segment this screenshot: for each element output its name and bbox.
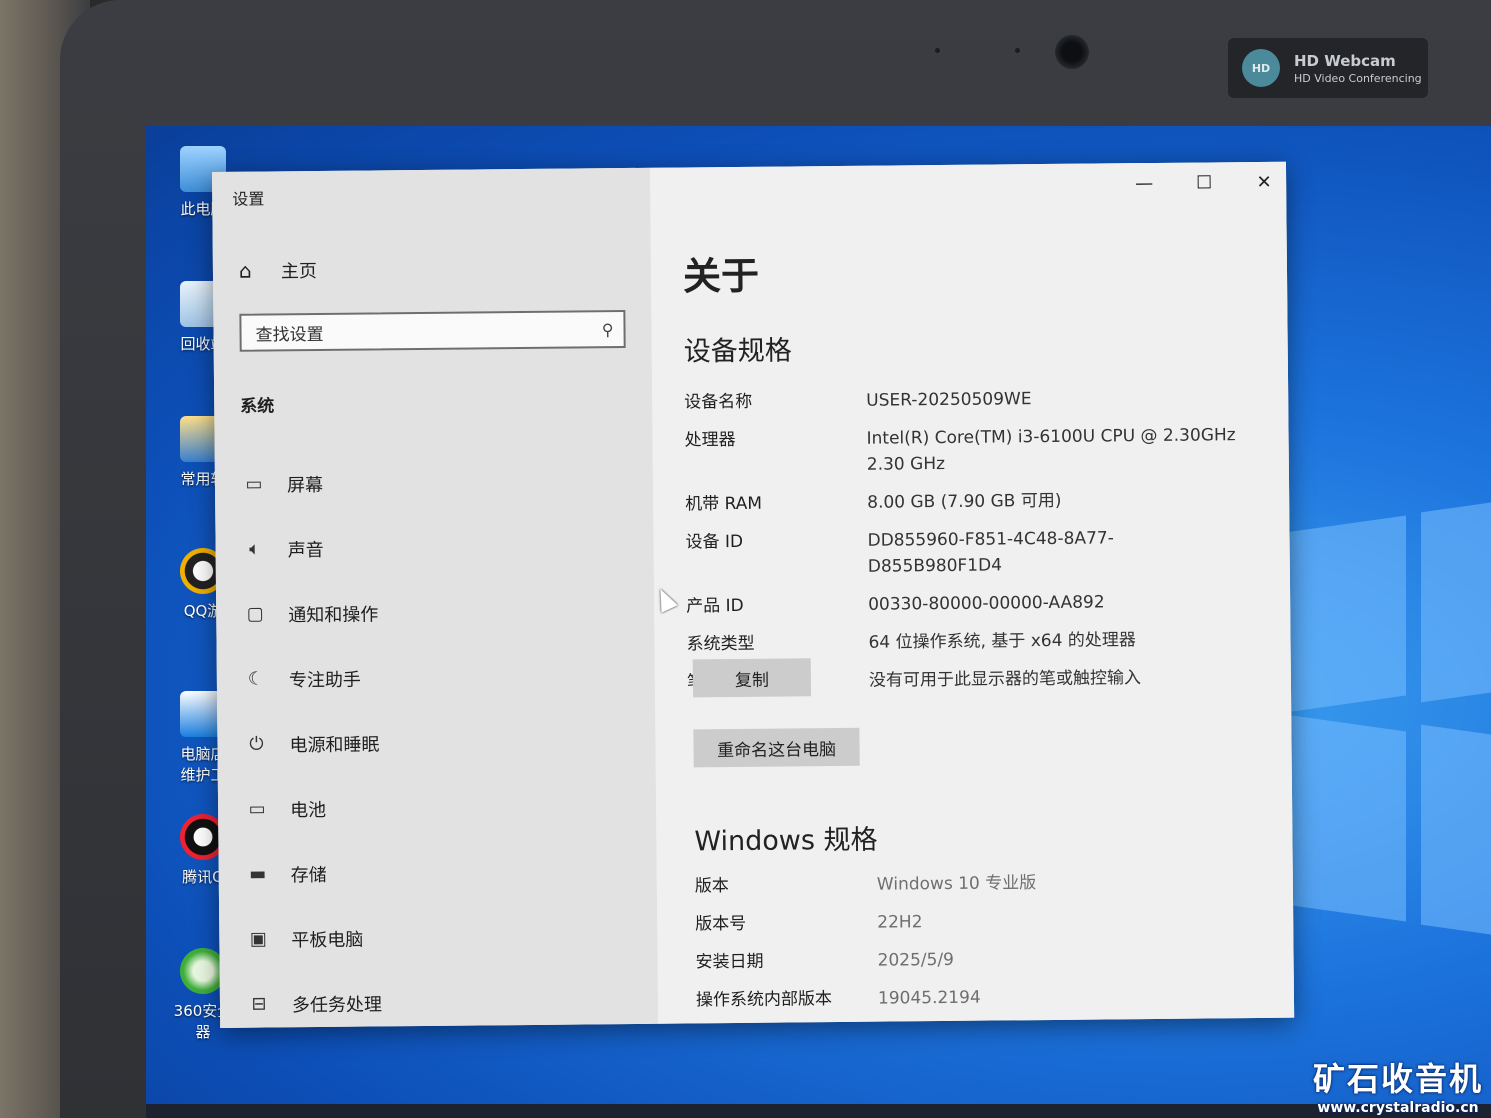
sidebar-home[interactable]: ⌂ 主页 xyxy=(239,257,317,284)
sidebar-item-label: 专注助手 xyxy=(288,669,361,691)
spec-value: Intel(R) Core(TM) i3-6100U CPU @ 2.30GHz… xyxy=(866,425,1236,475)
spec-key: 处理器 xyxy=(684,429,736,451)
windows-logo-pane xyxy=(1421,724,1491,938)
windows-specs-list: 版本 Windows 10 专业版 版本号 22H2 安装日期 2025/5/9… xyxy=(695,868,1256,1025)
bezel-dot xyxy=(1015,48,1020,53)
spec-value: 00330-80000-00000-AA892 xyxy=(868,592,1105,615)
spec-key: 系统类型 xyxy=(686,633,755,655)
spec-row-ram: 机带 RAM 8.00 GB (7.90 GB 可用) xyxy=(685,486,1245,517)
desktop-icon-label: 器 xyxy=(195,1023,211,1041)
tablet-icon: ▣ xyxy=(249,928,267,950)
maximize-button[interactable]: ☐ xyxy=(1184,172,1224,193)
spec-value: USER-20250509WE xyxy=(866,389,1032,411)
sidebar-item-label: 屏幕 xyxy=(286,474,324,496)
settings-window: 设置 ⌂ 主页 查找设置 ⚲ 系统 ▭ 屏幕 🔈︎ 声音 ▢ 通知和操作 ☾ 专… xyxy=(212,161,1295,1028)
webcam-badge: HD HD Webcam HD Video Conferencing xyxy=(1228,38,1428,98)
close-button[interactable]: ✕ xyxy=(1244,172,1284,193)
winspec-row-install-date: 安装日期 2025/5/9 xyxy=(695,944,1255,975)
moon-icon: ☾ xyxy=(247,668,265,690)
rename-pc-button[interactable]: 重命名这台电脑 xyxy=(693,727,860,768)
sidebar-item-battery[interactable]: ▭ 电池 xyxy=(244,775,381,841)
sidebar-item-sound[interactable]: 🔈︎ 声音 xyxy=(241,515,378,581)
spec-key: 机带 RAM xyxy=(685,493,763,515)
spec-row-processor: 处理器 Intel(R) Core(TM) i3-6100U CPU @ 2.3… xyxy=(684,422,1244,479)
copy-button[interactable]: 复制 xyxy=(692,658,812,698)
device-specs-title: 设备规格 xyxy=(683,335,792,368)
spec-value: 8.00 GB (7.90 GB 可用) xyxy=(867,490,1062,513)
monitor-icon: ▭ xyxy=(245,473,263,495)
spec-value: 19045.2194 xyxy=(877,987,981,1009)
windows-logo-pane xyxy=(1421,499,1491,703)
spec-value: 2025/5/9 xyxy=(877,949,955,971)
spec-key: 设备 ID xyxy=(685,531,744,553)
settings-content: — ☐ ✕ 关于 设备规格 设备名称 USER-20250509WE 处理器 I… xyxy=(649,161,1295,1025)
sidebar-item-label: 通知和操作 xyxy=(288,603,379,626)
sidebar-item-notifications[interactable]: ▢ 通知和操作 xyxy=(242,580,379,646)
spec-key: 版本 xyxy=(694,876,729,897)
winspec-row-version: 版本号 22H2 xyxy=(695,906,1255,937)
watermark: 矿石收音机 www.crystalradio.cn xyxy=(1313,1054,1483,1116)
sidebar-item-multitasking[interactable]: ⊟ 多任务处理 xyxy=(246,970,383,1036)
spec-row-system-type: 系统类型 64 位操作系统, 基于 x64 的处理器 xyxy=(686,626,1246,657)
sidebar-item-label: 存储 xyxy=(290,864,327,886)
sidebar-item-label: 电池 xyxy=(290,799,327,821)
settings-sidebar: 设置 ⌂ 主页 查找设置 ⚲ 系统 ▭ 屏幕 🔈︎ 声音 ▢ 通知和操作 ☾ 专… xyxy=(212,167,659,1028)
sidebar-home-label: 主页 xyxy=(280,260,318,283)
spec-row-device-name: 设备名称 USER-20250509WE xyxy=(684,384,1244,415)
desktop-icon-label: 腾讯Q xyxy=(182,868,224,886)
spec-key: 版本号 xyxy=(695,913,747,935)
notification-icon: ▢ xyxy=(246,603,264,625)
sidebar-section-title: 系统 xyxy=(240,396,275,417)
search-icon[interactable]: ⚲ xyxy=(602,320,614,339)
winspec-row-os-build: 操作系统内部版本 19045.2194 xyxy=(696,982,1256,1013)
multitask-icon: ⊟ xyxy=(251,993,267,1015)
search-placeholder: 查找设置 xyxy=(255,324,324,346)
power-icon: ⏻ xyxy=(249,733,264,755)
battery-icon: ▭ xyxy=(248,798,266,820)
spec-key: 设备名称 xyxy=(684,391,753,413)
spec-value: 22H2 xyxy=(877,912,923,933)
spec-row-device-id: 设备 ID DD855960-F851-4C48-8A77-D855B980F1… xyxy=(685,524,1245,581)
winspec-row-edition: 版本 Windows 10 专业版 xyxy=(695,868,1255,899)
window-title: 设置 xyxy=(232,189,265,209)
sidebar-item-tablet[interactable]: ▣ 平板电脑 xyxy=(245,905,382,971)
sidebar-item-label: 电源和睡眠 xyxy=(289,733,380,756)
spec-row-product-id: 产品 ID 00330-80000-00000-AA892 xyxy=(686,588,1246,619)
spec-key: 操作系统内部版本 xyxy=(695,989,833,1011)
sidebar-item-storage[interactable]: ▬ 存储 xyxy=(244,840,381,906)
windows-specs-title: Windows 规格 xyxy=(694,824,878,858)
sidebar-item-focus-assist[interactable]: ☾ 专注助手 xyxy=(243,645,380,711)
sidebar-item-label: 声音 xyxy=(287,539,324,561)
speaker-icon: 🔈︎ xyxy=(249,538,261,560)
sidebar-nav: ▭ 屏幕 🔈︎ 声音 ▢ 通知和操作 ☾ 专注助手 ⏻ 电源和睡眠 ▭ 电池 ▬… xyxy=(241,450,383,1036)
webcam-lens xyxy=(1055,35,1089,69)
spec-value: 没有可用于此显示器的笔或触控输入 xyxy=(868,668,1141,691)
sidebar-item-display[interactable]: ▭ 屏幕 xyxy=(241,450,378,516)
spec-value: Windows 10 专业版 xyxy=(876,873,1037,895)
spec-value: 64 位操作系统, 基于 x64 的处理器 xyxy=(868,630,1136,653)
webcam-icon: HD xyxy=(1242,49,1280,87)
page-title: 关于 xyxy=(682,253,760,299)
taskbar xyxy=(146,1104,1491,1118)
spec-key: 安装日期 xyxy=(695,951,764,973)
spec-key: 产品 ID xyxy=(686,595,744,617)
sidebar-item-label: 多任务处理 xyxy=(291,993,383,1016)
bezel-dot xyxy=(935,48,940,53)
spec-value: DD855960-F851-4C48-8A77-D855B980F1D4 xyxy=(867,528,1114,577)
watermark-url: www.crystalradio.cn xyxy=(1317,1100,1479,1116)
sidebar-item-label: 平板电脑 xyxy=(291,929,364,951)
settings-search-input[interactable]: 查找设置 ⚲ xyxy=(239,310,626,352)
minimize-button[interactable]: — xyxy=(1124,173,1164,194)
watermark-title: 矿石收音机 xyxy=(1312,1060,1483,1098)
webcam-subtitle: HD Video Conferencing xyxy=(1294,71,1422,85)
sidebar-item-power[interactable]: ⏻ 电源和睡眠 xyxy=(243,710,380,776)
webcam-title: HD Webcam xyxy=(1294,51,1396,70)
home-icon: ⌂ xyxy=(238,258,252,283)
storage-icon: ▬ xyxy=(249,863,267,885)
